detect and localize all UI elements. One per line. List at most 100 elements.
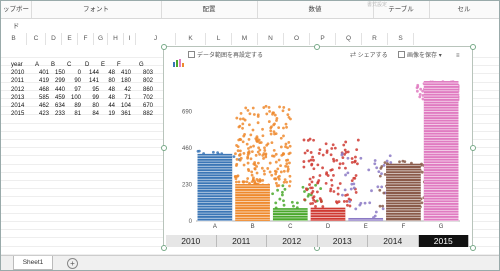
resize-handle[interactable]: [470, 245, 476, 251]
column-header[interactable]: H: [108, 33, 124, 45]
scatter-point: [263, 149, 267, 152]
scatter-point: [255, 171, 259, 175]
column-header[interactable]: O: [284, 33, 310, 45]
column-header[interactable]: C: [27, 33, 46, 45]
scatter-point: [383, 161, 387, 165]
scatter-point: [381, 204, 385, 208]
column-header[interactable]: N: [258, 33, 284, 45]
chart-container[interactable]: データ範囲を再設定する ⇄ シェアする 画像を保存 ▾ ≡ 0 230 460 690…: [163, 46, 473, 247]
scatter-point: [269, 129, 273, 133]
ribbon-group-font[interactable]: フォント: [31, 1, 162, 18]
timeline-year-2014[interactable]: 2014: [368, 235, 419, 247]
column-header[interactable]: S: [388, 33, 414, 45]
scatter-point: [246, 155, 250, 159]
scatter-point: [245, 180, 249, 184]
resize-handle[interactable]: [161, 44, 167, 50]
save-image-button[interactable]: 画像を保存 ▾: [398, 51, 442, 61]
scatter-point: [281, 109, 285, 113]
scatter-point: [376, 185, 380, 189]
scatter-point: [344, 173, 347, 177]
table-cell[interactable]: 233: [51, 110, 65, 119]
scatter-point: [341, 162, 345, 165]
column-header[interactable]: R: [362, 33, 388, 45]
scatter-point: [211, 150, 215, 154]
scatter-point: [354, 155, 357, 159]
resize-handle[interactable]: [314, 44, 320, 50]
scatter-point: [255, 165, 259, 168]
scatter-point: [263, 146, 266, 150]
ribbon-group-label: セル: [457, 6, 471, 13]
scatter-point: [311, 155, 315, 159]
share-button[interactable]: ⇄ シェアする: [350, 51, 388, 61]
chart-menu-button[interactable]: ≡: [456, 51, 460, 61]
column-header[interactable]: Q: [336, 33, 362, 45]
scatter-point: [244, 106, 248, 110]
scatter-point: [282, 199, 285, 203]
column-header[interactable]: G: [94, 33, 108, 45]
scatter-point: [264, 153, 268, 157]
scatter-point: [368, 201, 372, 205]
scatter-point: [272, 148, 276, 152]
table-cell[interactable]: 19: [101, 110, 115, 119]
scatter-point: [246, 108, 250, 112]
table-cell[interactable]: 81: [67, 110, 81, 119]
column-header[interactable]: E: [62, 33, 78, 45]
timeline-year-2011[interactable]: 2011: [216, 235, 267, 247]
scatter-point: [306, 149, 309, 153]
column-header[interactable]: M: [232, 33, 258, 45]
column-header[interactable]: K: [176, 33, 206, 45]
table-cell[interactable]: 84: [85, 110, 99, 119]
scatter-point: [247, 147, 250, 150]
scatter-point: [250, 170, 254, 174]
scatter-point: [288, 161, 291, 165]
scatter-point: [266, 142, 270, 146]
add-sheet-button[interactable]: +: [67, 258, 78, 269]
column-header[interactable]: B: [1, 33, 27, 45]
scatter-point: [343, 188, 347, 192]
column-header[interactable]: L: [206, 33, 232, 45]
scatter-point: [274, 181, 278, 185]
ribbon-group-cells[interactable]: セル: [429, 1, 499, 18]
column-header[interactable]: D: [46, 33, 62, 45]
sheet-tab[interactable]: Sheet1: [13, 256, 53, 270]
table-cell[interactable]: 361: [117, 110, 131, 119]
reset-range-button[interactable]: データ範囲を再設定する: [188, 51, 263, 61]
scatter-point: [312, 167, 316, 171]
scatter-point: [235, 158, 239, 161]
timeline-year-2012[interactable]: 2012: [267, 235, 318, 247]
scatter-point: [234, 180, 238, 184]
resize-handle[interactable]: [470, 145, 476, 151]
resize-handle[interactable]: [470, 44, 476, 50]
ribbon-group-label: 数値: [308, 6, 322, 13]
ribbon-group-clipboard[interactable]: ップボード: [1, 1, 32, 30]
scatter-point: [277, 177, 281, 181]
y-tick-label: 230: [182, 183, 193, 189]
ribbon-group-label: 配置: [202, 6, 216, 13]
scatter-point: [398, 160, 401, 164]
table-cell[interactable]: 882: [139, 110, 153, 119]
table-cell[interactable]: 2015: [11, 110, 31, 119]
resize-handle[interactable]: [161, 145, 167, 151]
scatter-point: [317, 152, 321, 155]
scatter-point: [279, 136, 283, 140]
ribbon-group-alignment[interactable]: 配置: [161, 1, 258, 18]
scatter-point: [288, 180, 292, 183]
timeline-year-2013[interactable]: 2013: [317, 235, 368, 247]
scatter-point: [242, 151, 246, 155]
column-header[interactable]: P: [310, 33, 336, 45]
column-header[interactable]: F: [78, 33, 94, 45]
scatter-point: [243, 118, 247, 122]
column-header[interactable]: J: [136, 33, 176, 45]
column-header[interactable]: I: [124, 33, 136, 45]
x-tick-label: E: [364, 224, 368, 229]
scatter-point: [243, 133, 246, 136]
timeline-year-2010[interactable]: 2010: [166, 235, 217, 247]
scatter-point: [249, 157, 253, 161]
scatter-point: [325, 149, 329, 153]
scatter-point: [415, 89, 419, 93]
scatter-point: [348, 204, 352, 208]
scatter-point: [346, 171, 350, 175]
table-cell[interactable]: 423: [35, 110, 49, 119]
ribbon-group-number[interactable]: 数値: [257, 1, 374, 18]
timeline-year-2015[interactable]: 2015: [418, 235, 469, 247]
